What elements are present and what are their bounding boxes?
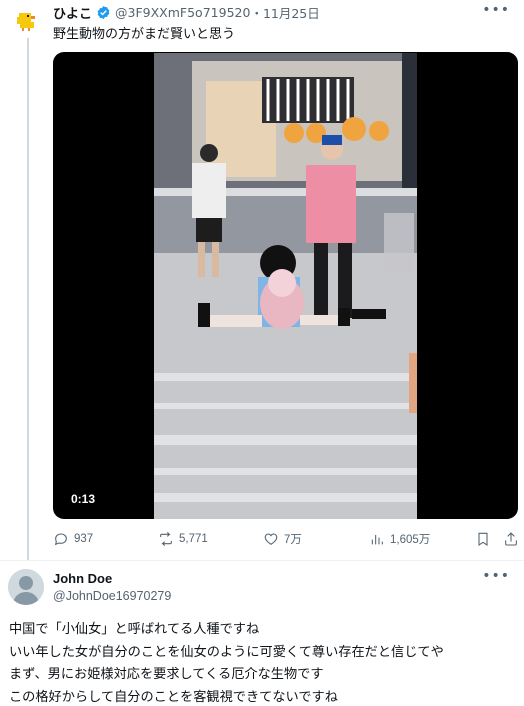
- default-avatar-icon: [8, 569, 44, 605]
- share-icon: [505, 532, 517, 546]
- like-count: 7万: [284, 534, 302, 546]
- chick-avatar-icon: [10, 4, 42, 36]
- tweet[interactable]: ひよこ @3F9XXmF5o719520 ・ 11月25日 ••• 野生動物の方…: [0, 0, 524, 560]
- heart-icon: [264, 533, 278, 545]
- verified-badge-icon: [97, 5, 110, 19]
- like-button[interactable]: 7万: [263, 528, 302, 550]
- reply-text-line: いい年した女が自分のことを仙女のように可愛くて尊い存在だと信じてや: [9, 644, 444, 660]
- bookmark-button[interactable]: [475, 528, 491, 550]
- video-player[interactable]: 0:13: [53, 52, 518, 519]
- share-button[interactable]: [503, 528, 519, 550]
- view-count: 1,605万: [390, 534, 431, 546]
- tweet-date[interactable]: 11月25日: [263, 3, 320, 22]
- video-frame: [154, 53, 417, 519]
- retweet-count: 5,771: [179, 533, 208, 545]
- reply-author-name[interactable]: John Doe: [53, 571, 112, 586]
- reply-icon: [54, 533, 67, 546]
- video-duration: 0:13: [71, 492, 96, 506]
- retweet-button[interactable]: 5,771: [158, 528, 208, 550]
- reply-text-line: この格好からして自分のことを客観視できてないですね: [9, 689, 338, 705]
- video-still-image: [154, 53, 417, 519]
- thread-connector-line: [27, 38, 29, 560]
- author-handle[interactable]: @3F9XXmF5o719520: [115, 5, 250, 20]
- separator-dot: ・: [250, 5, 263, 21]
- avatar[interactable]: [10, 4, 42, 36]
- author-name[interactable]: ひよこ: [53, 3, 92, 22]
- retweet-icon: [160, 531, 172, 547]
- views-chart-icon: [371, 535, 383, 545]
- reply-text-line: まず、男にお姫様対応を要求してくる厄介な生物です: [9, 667, 324, 682]
- bookmark-icon: [478, 532, 488, 546]
- views-button[interactable]: 1,605万: [369, 528, 430, 550]
- reply-text: 中国で「小仙女」と呼ばれてる人種ですね いい年した女が自分のことを仙女のように可…: [9, 619, 521, 706]
- reply-count: 937: [74, 533, 94, 545]
- tweet-actions: 937 5,771 7万 1,605万: [53, 528, 523, 550]
- tweet-header: ひよこ @3F9XXmF5o719520 ・ 11月25日: [53, 2, 320, 22]
- more-icon[interactable]: •••: [482, 568, 510, 584]
- reply-text-line: 中国で「小仙女」と呼ばれてる人種ですね: [9, 622, 260, 637]
- avatar[interactable]: [8, 569, 44, 605]
- reply-button[interactable]: 937: [53, 528, 93, 550]
- more-icon[interactable]: •••: [482, 2, 510, 18]
- tweet-divider: [0, 560, 524, 561]
- tweet-text: 野生動物の方がまだ賢いと思う: [53, 27, 236, 42]
- reply-author-handle[interactable]: @JohnDoe16970279: [53, 589, 171, 603]
